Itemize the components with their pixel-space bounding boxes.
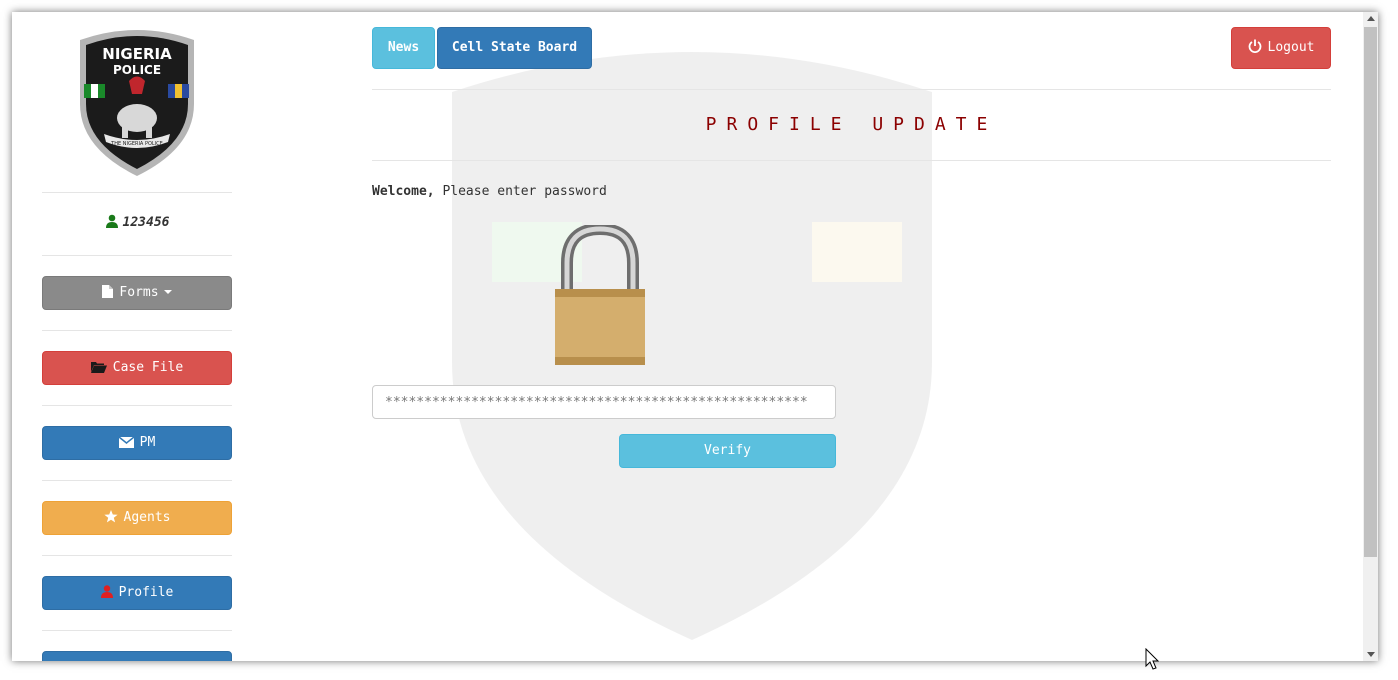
verify-button[interactable]: Verify (619, 434, 836, 468)
case-file-label: Case File (112, 360, 184, 375)
scroll-down-arrow-icon[interactable] (1367, 652, 1375, 657)
power-icon (1248, 39, 1261, 53)
browser-window: NIGERIA POLICE THE NIGERIA POLICE 123456 (12, 12, 1378, 661)
forms-label: Forms (119, 285, 159, 300)
main-content: News Cell State Board Logout PROFILE UPD… (372, 12, 1332, 661)
news-button[interactable]: News (372, 27, 435, 69)
divider (42, 192, 232, 193)
logo-text-police: POLICE (113, 63, 161, 77)
file-icon (102, 285, 114, 298)
profile-label: Profile (118, 585, 174, 600)
case-file-button[interactable]: Case File (42, 351, 232, 385)
sidebar: NIGERIA POLICE THE NIGERIA POLICE 123456 (42, 12, 232, 661)
password-input[interactable] (372, 385, 836, 419)
vertical-scrollbar[interactable] (1363, 12, 1378, 661)
padlock-icon (555, 225, 645, 365)
divider (42, 255, 232, 256)
envelope-icon (118, 436, 135, 448)
agents-button[interactable]: Agents (42, 501, 232, 535)
divider (372, 89, 1331, 90)
nigeria-police-logo: NIGERIA POLICE THE NIGERIA POLICE (80, 30, 194, 176)
divider (42, 480, 232, 481)
star-icon (103, 510, 118, 523)
logo-text-ribbon: THE NIGERIA POLICE (110, 141, 163, 147)
divider (42, 330, 232, 331)
profile-button[interactable]: Profile (42, 576, 232, 610)
divider (42, 555, 232, 556)
divider (42, 630, 232, 631)
sidebar-button-partial[interactable] (42, 651, 232, 661)
welcome-message: Please enter password (434, 184, 607, 199)
caret-down-icon (163, 290, 172, 294)
scrollbar-thumb[interactable] (1364, 27, 1377, 557)
forms-dropdown-button[interactable]: Forms (42, 276, 232, 310)
welcome-bold: Welcome, (372, 184, 435, 199)
user-icon (100, 585, 113, 598)
logout-button[interactable]: Logout (1231, 27, 1331, 69)
page-title: PROFILE UPDATE (705, 114, 998, 135)
folder-open-icon (90, 362, 107, 373)
cell-state-board-button[interactable]: Cell State Board (437, 27, 592, 69)
pm-button[interactable]: PM (42, 426, 232, 460)
logo-text-nigeria: NIGERIA (102, 45, 172, 63)
user-id: 123456 (122, 215, 170, 230)
user-icon (105, 214, 118, 228)
divider (372, 160, 1331, 161)
logout-label: Logout (1267, 40, 1315, 55)
divider (42, 405, 232, 406)
agents-label: Agents (123, 510, 171, 525)
scroll-up-arrow-icon[interactable] (1367, 16, 1375, 21)
user-badge: 123456 (42, 214, 232, 230)
mouse-cursor-icon (1145, 648, 1159, 670)
pm-label: PM (139, 435, 156, 450)
welcome-text: Welcome, Please enter password (372, 184, 607, 199)
